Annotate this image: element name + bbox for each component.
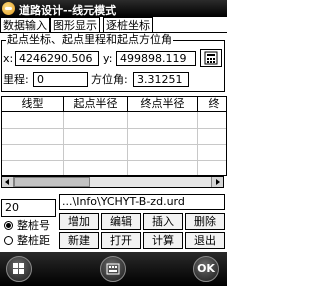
scrollbar-thumb[interactable] <box>14 177 90 187</box>
scroll-left-arrow[interactable] <box>2 177 14 187</box>
radio-pile-number[interactable] <box>4 221 13 230</box>
y-coordinate-field[interactable]: 499898.119 <box>116 51 196 66</box>
calculator-button[interactable] <box>200 49 222 67</box>
scroll-right-arrow[interactable] <box>211 177 223 187</box>
window-title: 道路设计--线元模式 <box>19 4 117 17</box>
table-column-line <box>127 112 128 175</box>
ok-button[interactable]: OK <box>193 256 219 282</box>
horizontal-scrollbar[interactable] <box>1 176 224 188</box>
column-header-end-truncated[interactable]: 终 <box>198 97 226 112</box>
calculator-icon <box>204 51 218 65</box>
table-gridline <box>2 160 226 161</box>
chevron-left-icon <box>5 179 9 185</box>
add-button[interactable]: 增加 <box>59 213 99 230</box>
table-gridline <box>2 144 226 145</box>
group-title: 起点坐标、起点里程和起点方位角 <box>6 33 173 46</box>
keyboard-button[interactable] <box>100 256 126 282</box>
radio-pile-distance[interactable] <box>4 236 13 245</box>
table-column-line <box>197 112 198 175</box>
calculate-button[interactable]: 计算 <box>143 232 183 249</box>
x-coordinate-field[interactable]: 4246290.506 <box>15 51 99 66</box>
edit-button[interactable]: 编辑 <box>101 213 141 230</box>
element-table[interactable]: 线型 起点半径 终点半径 终 <box>1 96 227 176</box>
delete-button[interactable]: 删除 <box>185 213 225 230</box>
mileage-label: 里程: <box>3 73 29 86</box>
keyboard-icon <box>106 263 120 275</box>
interval-input[interactable]: 20 <box>1 199 56 217</box>
mileage-field[interactable]: 0 <box>33 72 88 87</box>
column-header-end-radius[interactable]: 终点半径 <box>128 97 198 112</box>
column-header-line-type[interactable]: 线型 <box>2 97 64 112</box>
file-path: ...\Info\YCHYT-B-zd.urd <box>59 194 225 210</box>
azimuth-label: 方位角: <box>91 73 128 86</box>
y-label: y: <box>103 52 113 65</box>
open-button[interactable]: 打开 <box>101 232 141 249</box>
app-logo-icon <box>2 2 15 15</box>
radio-pile-number-label: 整桩号 <box>17 219 50 232</box>
insert-button[interactable]: 插入 <box>143 213 183 230</box>
exit-button[interactable]: 退出 <box>185 232 225 249</box>
title-bar: 道路设计--线元模式 <box>0 0 227 17</box>
tab-data-input[interactable]: 数据输入 <box>0 17 50 32</box>
new-button[interactable]: 新建 <box>59 232 99 249</box>
table-gridline <box>2 128 226 129</box>
azimuth-field[interactable]: 3.31251 <box>133 72 189 87</box>
column-header-start-radius[interactable]: 起点半径 <box>64 97 128 112</box>
softkey-bar: OK <box>0 252 227 286</box>
radio-pile-distance-label: 整桩距 <box>17 234 50 247</box>
start-button[interactable] <box>6 256 32 282</box>
chevron-right-icon <box>216 179 220 185</box>
tab-graphic-display[interactable]: 图形显示 <box>50 17 100 33</box>
windows-start-icon <box>13 263 24 274</box>
x-label: x: <box>3 52 14 65</box>
tab-pile-coordinates[interactable]: 逐桩坐标 <box>103 17 153 32</box>
table-column-line <box>63 112 64 175</box>
